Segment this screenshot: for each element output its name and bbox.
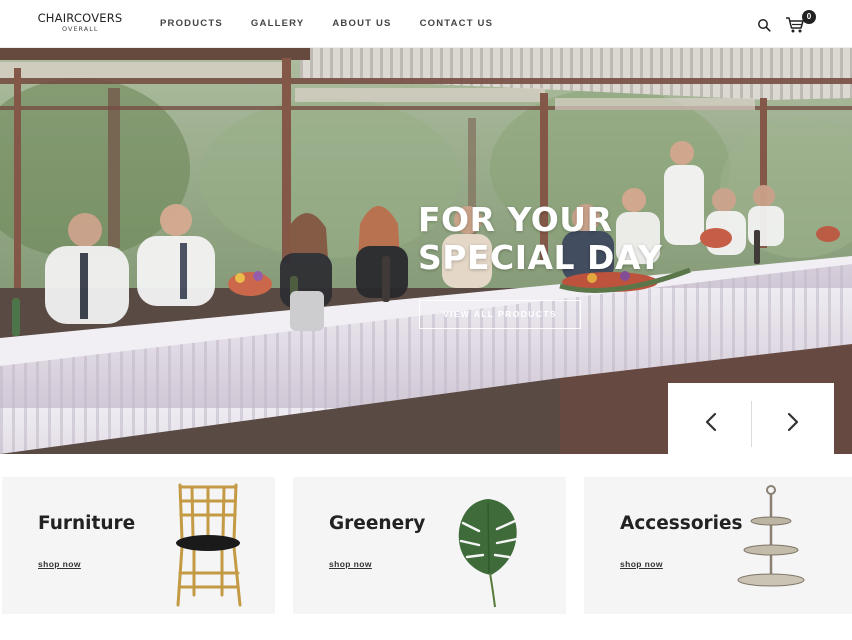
site-logo[interactable]: CHAIRCOVERS OVERALL — [34, 11, 126, 33]
category-card-accessories[interactable]: Accessories shop now — [584, 477, 852, 614]
shop-now-link[interactable]: shop now — [38, 559, 81, 569]
category-card-furniture[interactable]: Furniture shop now — [2, 477, 275, 614]
hero-title-line-1: FOR YOUR — [418, 200, 613, 239]
nav-gallery[interactable]: GALLERY — [251, 18, 304, 29]
nav-products[interactable]: PRODUCTS — [160, 18, 223, 29]
category-card-greenery[interactable]: Greenery shop now — [293, 477, 566, 614]
view-all-products-button[interactable]: VIEW ALL PRODUCTS — [419, 300, 581, 329]
card-title: Accessories — [620, 513, 743, 534]
hero-banner: FOR YOUR SPECIAL DAY VIEW ALL PRODUCTS — [0, 48, 852, 454]
cake-stand-image — [737, 485, 805, 587]
logo-sub-text: OVERALL — [62, 24, 99, 33]
card-title: Greenery — [329, 513, 426, 534]
main-nav: PRODUCTS GALLERY ABOUT US CONTACT US — [160, 18, 521, 29]
search-icon[interactable] — [757, 18, 771, 32]
card-title: Furniture — [38, 513, 136, 534]
cart-count-badge: 0 — [802, 10, 816, 24]
nav-contact-us[interactable]: CONTACT US — [420, 18, 494, 29]
monstera-leaf-image — [458, 499, 519, 608]
chevron-right-icon[interactable] — [778, 407, 808, 437]
hero-title: FOR YOUR SPECIAL DAY — [418, 201, 662, 277]
chair-image — [176, 483, 242, 607]
hero-title-line-2: SPECIAL DAY — [418, 238, 663, 277]
nav-about-us[interactable]: ABOUT US — [332, 18, 391, 29]
slider-divider — [751, 401, 752, 447]
shop-now-link[interactable]: shop now — [620, 559, 663, 569]
shop-now-link[interactable]: shop now — [329, 559, 372, 569]
slider-controls — [668, 383, 834, 454]
chevron-left-icon[interactable] — [696, 407, 726, 437]
logo-main-text: CHAIRCOVERS — [37, 11, 123, 25]
site-header: CHAIRCOVERS OVERALL PRODUCTS GALLERY ABO… — [0, 0, 852, 48]
